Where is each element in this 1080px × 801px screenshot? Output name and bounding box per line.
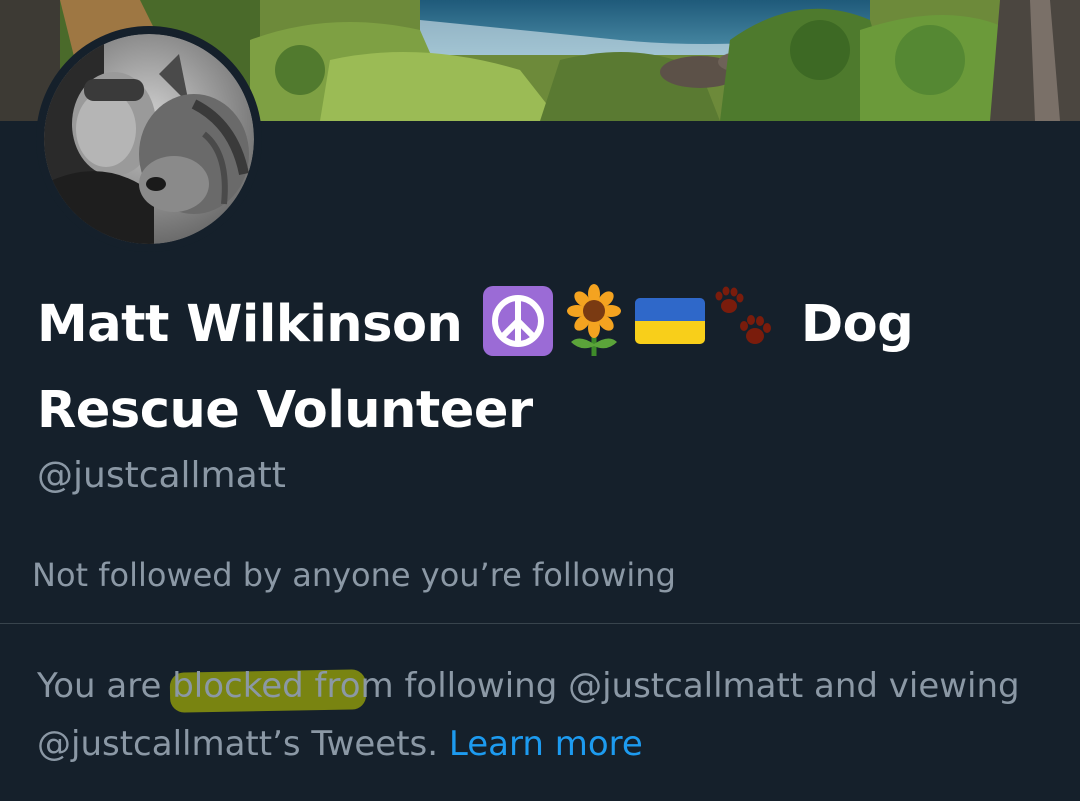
blocked-notice: You are blocked from following @justcall… — [37, 657, 1047, 773]
profile-page: Matt Wilkinson Dog Rescue Volunteer @jus… — [0, 0, 1080, 801]
divider — [0, 623, 1080, 624]
profile-handle: @justcallmatt — [37, 455, 286, 496]
learn-more-link[interactable]: Learn more — [449, 724, 643, 764]
display-name-part1: Matt Wilkinson — [37, 295, 463, 354]
sunflower-icon — [557, 284, 631, 358]
peace-symbol-icon — [481, 284, 555, 358]
avatar[interactable] — [36, 26, 262, 252]
paw-prints-icon — [709, 284, 783, 358]
display-name: Matt Wilkinson Dog Rescue Volunteer — [37, 280, 1037, 454]
ukraine-flag-icon — [633, 284, 707, 358]
followers-you-know[interactable]: Not followed by anyone you’re following — [32, 553, 676, 597]
display-name-line2: Rescue Volunteer — [37, 381, 533, 440]
display-name-part2: Dog — [800, 295, 914, 354]
